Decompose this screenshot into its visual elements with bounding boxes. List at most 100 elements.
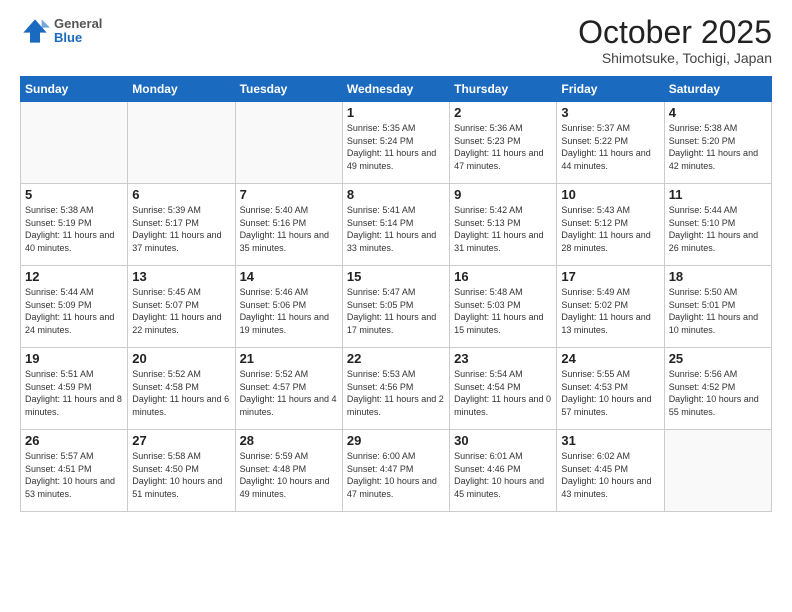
day-info: Sunrise: 5:45 AM Sunset: 5:07 PM Dayligh…: [132, 286, 230, 336]
day-info: Sunrise: 5:44 AM Sunset: 5:10 PM Dayligh…: [669, 204, 767, 254]
day-info: Sunrise: 5:48 AM Sunset: 5:03 PM Dayligh…: [454, 286, 552, 336]
calendar-week-2: 5Sunrise: 5:38 AM Sunset: 5:19 PM Daylig…: [21, 184, 772, 266]
day-number: 6: [132, 187, 230, 202]
calendar-cell: 3 Sunrise: 5:37 AM Sunset: 5:22 PM Daylig…: [557, 102, 664, 184]
calendar-cell: 22Sunrise: 5:53 AM Sunset: 4:56 PM Dayli…: [342, 348, 449, 430]
day-number: 19: [25, 351, 123, 366]
day-info: Sunrise: 5:41 AM Sunset: 5:14 PM Dayligh…: [347, 204, 445, 254]
calendar-cell: 17 Sunrise: 5:49 AM Sunset: 5:02 PM Dayli…: [557, 266, 664, 348]
day-number: 13: [132, 269, 230, 284]
day-number: 2: [454, 105, 552, 120]
calendar-cell: 20Sunrise: 5:52 AM Sunset: 4:58 PM Dayli…: [128, 348, 235, 430]
calendar-cell: 27 Sunrise: 5:58 AM Sunset: 4:50 PM Dayli…: [128, 430, 235, 512]
day-info: Sunrise: 6:00 AM Sunset: 4:47 PM Dayligh…: [347, 450, 445, 500]
calendar-cell: [235, 102, 342, 184]
day-number: 20: [132, 351, 230, 366]
month-title: October 2025: [578, 16, 772, 48]
calendar-cell: [21, 102, 128, 184]
day-number: 21: [240, 351, 338, 366]
calendar-table: SundayMondayTuesdayWednesdayThursdayFrid…: [20, 76, 772, 512]
day-number: 7: [240, 187, 338, 202]
weekday-header-thursday: Thursday: [450, 77, 557, 102]
day-number: 16: [454, 269, 552, 284]
calendar-cell: 2 Sunrise: 5:36 AM Sunset: 5:23 PM Daylig…: [450, 102, 557, 184]
calendar-week-5: 26 Sunrise: 5:57 AM Sunset: 4:51 PM Dayli…: [21, 430, 772, 512]
calendar-cell: 6 Sunrise: 5:39 AM Sunset: 5:17 PM Daylig…: [128, 184, 235, 266]
calendar-cell: 9 Sunrise: 5:42 AM Sunset: 5:13 PM Daylig…: [450, 184, 557, 266]
day-number: 8: [347, 187, 445, 202]
calendar-header-row: SundayMondayTuesdayWednesdayThursdayFrid…: [21, 77, 772, 102]
day-info: Sunrise: 5:49 AM Sunset: 5:02 PM Dayligh…: [561, 286, 659, 336]
calendar-cell: 31Sunrise: 6:02 AM Sunset: 4:45 PM Dayli…: [557, 430, 664, 512]
calendar-cell: 29 Sunrise: 6:00 AM Sunset: 4:47 PM Dayli…: [342, 430, 449, 512]
day-number: 17: [561, 269, 659, 284]
day-number: 1: [347, 105, 445, 120]
day-info: Sunrise: 5:37 AM Sunset: 5:22 PM Dayligh…: [561, 122, 659, 172]
calendar-cell: 25Sunrise: 5:56 AM Sunset: 4:52 PM Dayli…: [664, 348, 771, 430]
weekday-header-sunday: Sunday: [21, 77, 128, 102]
day-number: 28: [240, 433, 338, 448]
day-info: Sunrise: 5:43 AM Sunset: 5:12 PM Dayligh…: [561, 204, 659, 254]
day-number: 5: [25, 187, 123, 202]
weekday-header-friday: Friday: [557, 77, 664, 102]
calendar-week-4: 19 Sunrise: 5:51 AM Sunset: 4:59 PM Dayli…: [21, 348, 772, 430]
calendar-cell: 26 Sunrise: 5:57 AM Sunset: 4:51 PM Dayli…: [21, 430, 128, 512]
calendar-cell: 12Sunrise: 5:44 AM Sunset: 5:09 PM Dayli…: [21, 266, 128, 348]
day-number: 30: [454, 433, 552, 448]
day-info: Sunrise: 5:53 AM Sunset: 4:56 PM Dayligh…: [347, 368, 445, 418]
calendar-cell: 30Sunrise: 6:01 AM Sunset: 4:46 PM Dayli…: [450, 430, 557, 512]
day-info: Sunrise: 5:40 AM Sunset: 5:16 PM Dayligh…: [240, 204, 338, 254]
calendar-cell: 18Sunrise: 5:50 AM Sunset: 5:01 PM Dayli…: [664, 266, 771, 348]
day-info: Sunrise: 5:42 AM Sunset: 5:13 PM Dayligh…: [454, 204, 552, 254]
day-info: Sunrise: 5:39 AM Sunset: 5:17 PM Dayligh…: [132, 204, 230, 254]
day-info: Sunrise: 5:51 AM Sunset: 4:59 PM Dayligh…: [25, 368, 123, 418]
day-number: 29: [347, 433, 445, 448]
day-info: Sunrise: 5:47 AM Sunset: 5:05 PM Dayligh…: [347, 286, 445, 336]
day-info: Sunrise: 5:55 AM Sunset: 4:53 PM Dayligh…: [561, 368, 659, 418]
weekday-header-wednesday: Wednesday: [342, 77, 449, 102]
location-subtitle: Shimotsuke, Tochigi, Japan: [578, 50, 772, 66]
calendar-cell: 10Sunrise: 5:43 AM Sunset: 5:12 PM Dayli…: [557, 184, 664, 266]
calendar-cell: 5Sunrise: 5:38 AM Sunset: 5:19 PM Daylig…: [21, 184, 128, 266]
calendar-cell: 21 Sunrise: 5:52 AM Sunset: 4:57 PM Dayli…: [235, 348, 342, 430]
calendar-cell: 7 Sunrise: 5:40 AM Sunset: 5:16 PM Daylig…: [235, 184, 342, 266]
day-info: Sunrise: 5:36 AM Sunset: 5:23 PM Dayligh…: [454, 122, 552, 172]
calendar-cell: 16 Sunrise: 5:48 AM Sunset: 5:03 PM Dayli…: [450, 266, 557, 348]
day-info: Sunrise: 5:59 AM Sunset: 4:48 PM Dayligh…: [240, 450, 338, 500]
day-info: Sunrise: 5:35 AM Sunset: 5:24 PM Dayligh…: [347, 122, 445, 172]
calendar-cell: 19 Sunrise: 5:51 AM Sunset: 4:59 PM Dayli…: [21, 348, 128, 430]
logo: General Blue: [20, 16, 102, 46]
day-info: Sunrise: 5:57 AM Sunset: 4:51 PM Dayligh…: [25, 450, 123, 500]
day-number: 27: [132, 433, 230, 448]
day-number: 31: [561, 433, 659, 448]
logo-blue: Blue: [54, 31, 102, 45]
calendar-cell: 14 Sunrise: 5:46 AM Sunset: 5:06 PM Dayli…: [235, 266, 342, 348]
day-info: Sunrise: 5:58 AM Sunset: 4:50 PM Dayligh…: [132, 450, 230, 500]
header: General Blue October 2025 Shimotsuke, To…: [20, 16, 772, 66]
day-info: Sunrise: 5:50 AM Sunset: 5:01 PM Dayligh…: [669, 286, 767, 336]
day-number: 24: [561, 351, 659, 366]
day-number: 11: [669, 187, 767, 202]
day-info: Sunrise: 5:54 AM Sunset: 4:54 PM Dayligh…: [454, 368, 552, 418]
day-info: Sunrise: 5:46 AM Sunset: 5:06 PM Dayligh…: [240, 286, 338, 336]
day-number: 3: [561, 105, 659, 120]
calendar-cell: 11 Sunrise: 5:44 AM Sunset: 5:10 PM Dayli…: [664, 184, 771, 266]
logo-text: General Blue: [54, 17, 102, 46]
day-info: Sunrise: 5:52 AM Sunset: 4:57 PM Dayligh…: [240, 368, 338, 418]
calendar-cell: 24 Sunrise: 5:55 AM Sunset: 4:53 PM Dayli…: [557, 348, 664, 430]
calendar-cell: 23Sunrise: 5:54 AM Sunset: 4:54 PM Dayli…: [450, 348, 557, 430]
calendar-cell: 4Sunrise: 5:38 AM Sunset: 5:20 PM Daylig…: [664, 102, 771, 184]
day-info: Sunrise: 5:38 AM Sunset: 5:20 PM Dayligh…: [669, 122, 767, 172]
weekday-header-saturday: Saturday: [664, 77, 771, 102]
day-number: 26: [25, 433, 123, 448]
calendar-cell: 8 Sunrise: 5:41 AM Sunset: 5:14 PM Daylig…: [342, 184, 449, 266]
calendar-cell: [664, 430, 771, 512]
calendar-cell: 13 Sunrise: 5:45 AM Sunset: 5:07 PM Dayli…: [128, 266, 235, 348]
day-number: 14: [240, 269, 338, 284]
title-section: October 2025 Shimotsuke, Tochigi, Japan: [578, 16, 772, 66]
calendar-cell: 1 Sunrise: 5:35 AM Sunset: 5:24 PM Daylig…: [342, 102, 449, 184]
day-number: 9: [454, 187, 552, 202]
day-number: 12: [25, 269, 123, 284]
day-info: Sunrise: 5:56 AM Sunset: 4:52 PM Dayligh…: [669, 368, 767, 418]
day-number: 15: [347, 269, 445, 284]
